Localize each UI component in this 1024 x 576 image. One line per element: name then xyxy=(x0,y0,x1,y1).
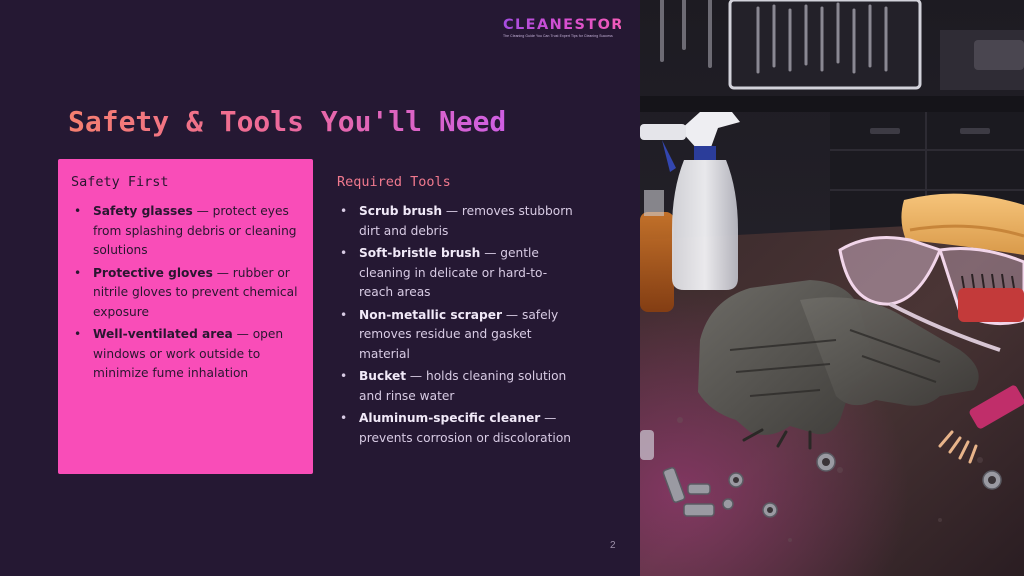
safety-card: Safety First • Safety glasses — protect e… xyxy=(58,159,313,474)
workbench-photo xyxy=(640,0,1024,576)
brand-tagline: The Cleaning Guide You Can Trust Expert … xyxy=(503,34,613,38)
item-title: Scrub brush xyxy=(359,204,442,218)
slide-title: Safety & Tools You'll Need xyxy=(68,105,507,138)
list-item: • Non-metallic scraper — safely removes r… xyxy=(337,306,577,365)
brand-name: CLEANESTOR xyxy=(503,17,624,33)
bullet-icon: • xyxy=(74,204,82,218)
bullet-icon: • xyxy=(340,411,348,425)
workbench-photo-illustration xyxy=(640,0,1024,576)
tools-heading: Required Tools xyxy=(337,174,451,190)
bullet-icon: • xyxy=(74,327,82,341)
item-title: Bucket xyxy=(359,369,407,383)
list-item: • Soft-bristle brush — gentle cleaning in… xyxy=(337,244,577,303)
list-item: • Aluminum-specific cleaner — prevents co… xyxy=(337,409,577,448)
list-item: • Safety glasses — protect eyes from spla… xyxy=(71,202,299,261)
bullet-icon: • xyxy=(340,204,348,218)
list-item: • Protective gloves — rubber or nitrile g… xyxy=(71,264,299,323)
bullet-icon: • xyxy=(340,369,348,383)
item-title: Well-ventilated area xyxy=(93,327,233,341)
item-title: Protective gloves xyxy=(93,265,213,280)
brand-logo: CLEANESTOR The Cleaning Guide You Can Tr… xyxy=(503,16,624,42)
bullet-icon: • xyxy=(340,307,348,322)
page-number: 2 xyxy=(610,540,616,551)
safety-heading: Safety First xyxy=(71,174,169,190)
item-title: Safety glasses xyxy=(93,204,193,218)
safety-list: • Safety glasses — protect eyes from spla… xyxy=(71,202,299,384)
bullet-icon: • xyxy=(340,246,348,260)
list-item: • Well-ventilated area — open windows or … xyxy=(71,325,299,384)
tools-section: Required Tools • Scrub brush — removes st… xyxy=(337,173,577,451)
item-title: Soft-bristle brush xyxy=(359,246,481,260)
tools-list: • Scrub brush — removes stubborn dirt and… xyxy=(337,202,577,448)
bullet-icon: • xyxy=(74,265,82,280)
slide: CLEANESTOR The Cleaning Guide You Can Tr… xyxy=(0,0,1024,576)
list-item: • Bucket — holds cleaning solution and ri… xyxy=(337,367,577,406)
item-title: Aluminum-specific cleaner xyxy=(359,411,541,425)
list-item: • Scrub brush — removes stubborn dirt and… xyxy=(337,202,577,241)
item-title: Non-metallic scraper xyxy=(359,307,503,322)
